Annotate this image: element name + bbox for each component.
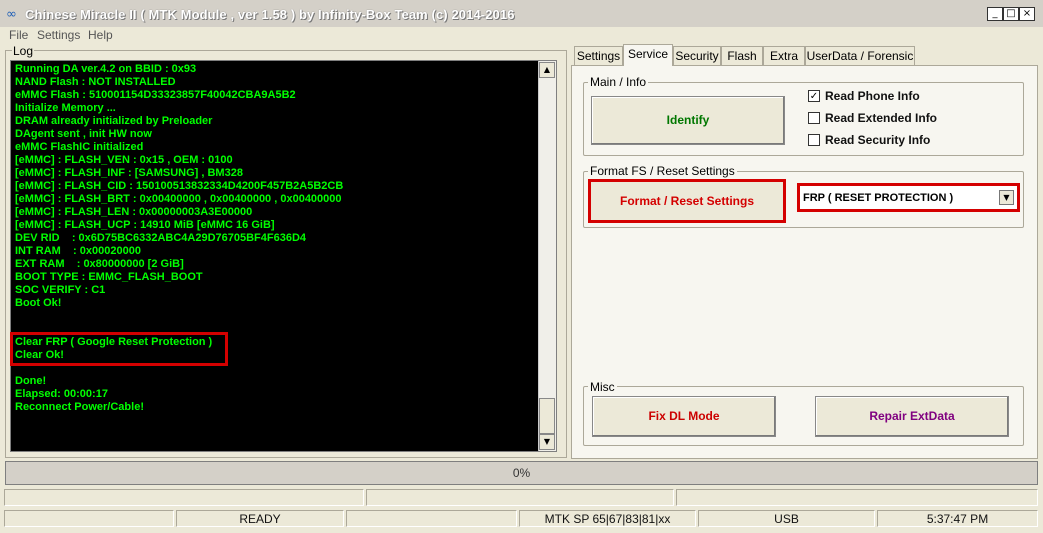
log-line: Done! [15,375,47,387]
log-scrollbar[interactable] [538,61,556,451]
tab-flash[interactable]: Flash [721,46,763,65]
status-chipset: MTK SP 65|67|83|81|xx [519,510,696,527]
menu-file[interactable]: File [9,28,28,42]
menu-bar [0,27,1043,46]
status-state: READY [176,510,344,527]
tab-security[interactable]: Security [673,46,721,65]
identify-button[interactable]: Identify [591,96,785,145]
read-security-info-checkbox[interactable] [808,134,820,146]
log-line: [eMMC] : FLASH_INF : [SAMSUNG] , BM328 [15,167,243,179]
status-panel-empty [4,489,364,506]
scroll-up-arrow-icon[interactable]: ▲ [539,62,555,78]
log-line: BOOT TYPE : EMMC_FLASH_BOOT [15,271,203,283]
log-line: [eMMC] : FLASH_CID : 150100513832334D420… [15,180,344,192]
log-line: Reconnect Power/Cable! [15,401,144,413]
read-phone-info-checkbox[interactable]: ✓ [808,90,820,102]
misc-label: Misc [588,380,617,394]
format-reset-label: Format FS / Reset Settings [588,164,737,178]
log-line: [eMMC] : FLASH_VEN : 0x15 , OEM : 0100 [15,154,233,166]
repair-extdata-button[interactable]: Repair ExtData [815,396,1009,437]
status-panel-empty [346,510,517,527]
progress-bar: 0% [5,461,1038,485]
log-line: Initialize Memory ... [15,102,116,114]
log-line: Elapsed: 00:00:17 [15,388,108,400]
tab-service[interactable]: Service [623,44,673,66]
format-reset-button[interactable]: Format / Reset Settings [588,179,786,223]
fix-dl-mode-button[interactable]: Fix DL Mode [592,396,776,437]
log-line: DAgent sent , init HW now [15,128,152,140]
status-connection: USB [698,510,875,527]
read-extended-info-label: Read Extended Info [825,111,938,125]
maximize-button[interactable]: □ [1003,7,1019,21]
status-panel-empty [676,489,1038,506]
log-line: EXT RAM : 0x80000000 [2 GiB] [15,258,184,270]
log-line: DEV RID : 0x6D75BC6332ABC4A29D76705BF4F6… [15,232,307,244]
log-line: [eMMC] : FLASH_UCP : 14910 MiB [eMMC 16 … [15,219,275,231]
read-phone-info-label: Read Phone Info [825,89,920,103]
frp-log-highlight [10,332,228,366]
read-extended-info-checkbox[interactable] [808,112,820,124]
tab-extra[interactable]: Extra [763,46,805,65]
log-line: Boot Ok! [15,297,62,309]
tab-settings[interactable]: Settings [574,46,623,65]
status-panel-empty [366,489,674,506]
log-line: SOC VERIFY : C1 [15,284,106,296]
log-line: [eMMC] : FLASH_LEN : 0x00000003A3E00000 [15,206,253,218]
status-time: 5:37:47 PM [877,510,1038,527]
tab-userdata-forensic[interactable]: UserData / Forensic [805,46,915,65]
window-title: Chinese Miracle II ( MTK Module , ver 1.… [25,7,515,22]
log-line: NAND Flash : NOT INSTALLED [15,76,176,88]
log-line: [eMMC] : FLASH_BRT : 0x00400000 , 0x0040… [15,193,342,205]
status-panel-empty [4,510,174,527]
log-line: eMMC FlashIC initialized [15,141,144,153]
scroll-down-arrow-icon[interactable]: ▼ [539,434,555,450]
log-line: Running DA ver.4.2 on BBID : 0x93 [15,63,197,75]
chevron-down-icon[interactable]: ▼ [999,190,1014,205]
log-line: DRAM already initialized by Preloader [15,115,213,127]
main-info-label: Main / Info [588,75,649,89]
close-button[interactable]: × [1019,7,1035,21]
read-security-info-label: Read Security Info [825,133,931,147]
reset-mode-selected-value: FRP ( RESET PROTECTION ) [803,192,954,204]
menu-help[interactable]: Help [88,28,113,42]
menu-settings[interactable]: Settings [37,28,80,42]
log-line: INT RAM : 0x00020000 [15,245,141,257]
minimize-button[interactable]: _ [987,7,1003,21]
log-label: Log [12,44,35,58]
log-line: eMMC Flash : 510001154D33323857F40042CBA… [15,89,296,101]
app-logo-icon: ∞ [6,7,17,22]
scroll-thumb[interactable] [539,398,555,434]
